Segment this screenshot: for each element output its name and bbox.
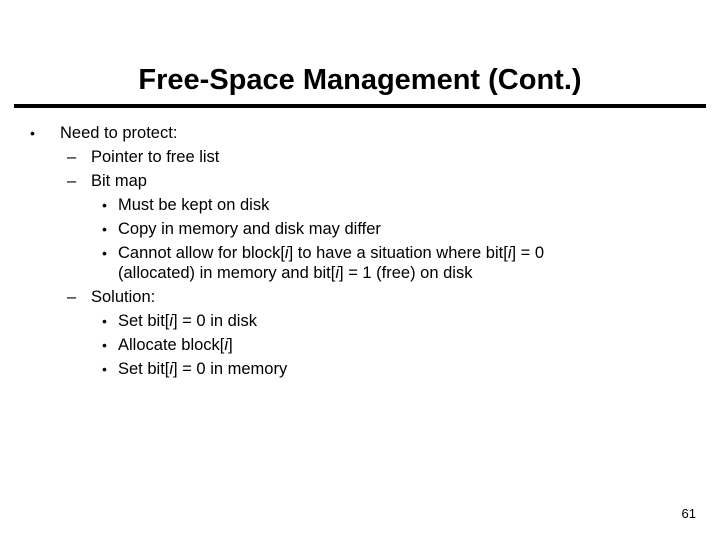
bullet-solution: Solution: — [91, 288, 156, 306]
text-segment: ] = 1 (free) on disk — [339, 264, 473, 282]
bullet-set-bit-disk: Set bit[i] = 0 in disk — [118, 311, 257, 331]
text-segment: ] = 0 in memory — [173, 360, 288, 378]
bullet-need-to-protect: Need to protect: — [60, 124, 178, 142]
text-segment: ] — [228, 336, 233, 354]
bullet-icon: • — [102, 221, 107, 237]
text-segment: Allocate block[ — [118, 336, 225, 354]
bullet-icon: • — [102, 313, 107, 329]
bullet-icon: • — [102, 361, 107, 377]
bullet-copy-may-differ: Copy in memory and disk may differ — [118, 220, 381, 238]
dash-icon: – — [67, 288, 77, 306]
dash-icon: – — [67, 172, 77, 190]
bullet-icon: • — [30, 125, 35, 141]
slide-title: Free-Space Management (Cont.) — [138, 64, 582, 96]
bullet-icon: • — [102, 337, 107, 353]
text-segment: (allocated) in memory and bit[ — [118, 264, 336, 282]
text-segment: ] = 0 in disk — [173, 312, 257, 330]
bullet-icon: • — [102, 245, 107, 261]
text-segment: Set bit[ — [118, 360, 170, 378]
page-number: 61 — [681, 506, 696, 521]
text-segment: Set bit[ — [118, 312, 170, 330]
bullet-allocate-block: Allocate block[i] — [118, 335, 233, 355]
bullet-icon: • — [102, 197, 107, 213]
bullet-set-bit-memory: Set bit[i] = 0 in memory — [118, 359, 287, 379]
bullet-cannot-allow-line1: Cannot allow for block[i] to have a situ… — [118, 243, 544, 263]
bullet-pointer-to-free-list: Pointer to free list — [91, 148, 220, 166]
bullet-cannot-allow-line2: (allocated) in memory and bit[i] = 1 (fr… — [118, 263, 472, 283]
dash-icon: – — [67, 148, 77, 166]
text-segment: ] to have a situation where bit[ — [288, 244, 508, 262]
bullet-bit-map: Bit map — [91, 172, 147, 190]
text-segment: ] = 0 — [511, 244, 545, 262]
bullet-must-be-kept-on-disk: Must be kept on disk — [118, 196, 270, 214]
text-segment: Cannot allow for block[ — [118, 244, 285, 262]
title-underline — [14, 104, 706, 108]
